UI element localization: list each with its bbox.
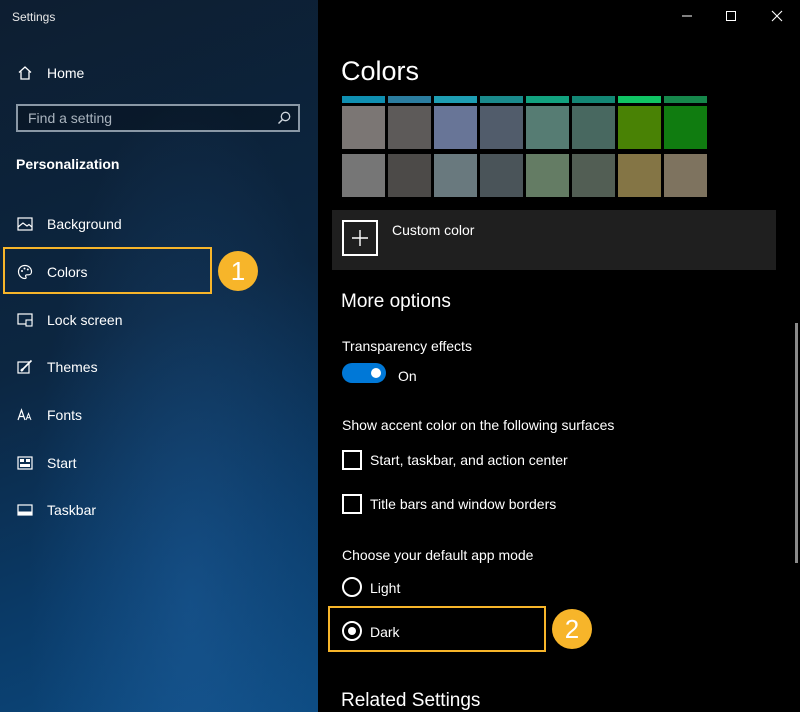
dark-mode-radio[interactable]	[342, 621, 362, 641]
accent-strip-segment	[572, 96, 615, 103]
color-swatch[interactable]	[388, 106, 431, 149]
sidebar-item-label: Lock screen	[47, 312, 123, 328]
sidebar-item-themes[interactable]: Themes	[16, 355, 98, 379]
color-swatch[interactable]	[480, 106, 523, 149]
light-mode-label: Light	[370, 580, 401, 596]
settings-sidebar: Settings Home Personalization Background…	[0, 0, 318, 712]
more-options-heading: More options	[341, 291, 451, 312]
sidebar-item-lock-screen[interactable]: Lock screen	[16, 308, 122, 332]
color-swatch[interactable]	[618, 106, 661, 149]
transparency-state: On	[398, 368, 417, 384]
color-swatch[interactable]	[526, 154, 569, 197]
home-link[interactable]: Home	[16, 61, 84, 85]
sidebar-item-taskbar[interactable]: Taskbar	[16, 498, 96, 522]
sidebar-item-start[interactable]: Start	[16, 451, 77, 475]
sidebar-item-label: Themes	[47, 359, 98, 375]
plus-icon	[342, 220, 378, 256]
close-button[interactable]	[766, 6, 788, 26]
color-swatch[interactable]	[342, 106, 385, 149]
page-title: Colors	[341, 56, 420, 86]
color-swatch[interactable]	[618, 154, 661, 197]
start-taskbar-label: Start, taskbar, and action center	[370, 452, 568, 468]
minimize-button[interactable]	[676, 6, 698, 26]
color-swatch[interactable]	[572, 106, 615, 149]
custom-color-button[interactable]: Custom color	[332, 210, 776, 270]
start-taskbar-checkbox[interactable]	[342, 450, 362, 470]
search-input[interactable]	[18, 106, 288, 130]
color-swatch[interactable]	[526, 106, 569, 149]
color-swatch[interactable]	[480, 154, 523, 197]
picture-icon	[16, 215, 34, 233]
radio-dot	[348, 627, 356, 635]
app-mode-label: Choose your default app mode	[342, 547, 534, 563]
related-settings-heading: Related Settings	[341, 690, 481, 711]
custom-color-label: Custom color	[392, 222, 475, 238]
accent-strip-segment	[388, 96, 431, 103]
sidebar-item-fonts[interactable]: Fonts	[16, 403, 82, 427]
accent-surfaces-label: Show accent color on the following surfa…	[342, 417, 615, 433]
home-icon	[16, 64, 34, 82]
search-box[interactable]	[16, 104, 300, 132]
color-swatch[interactable]	[664, 154, 707, 197]
transparency-toggle[interactable]	[342, 363, 386, 383]
palette-icon	[16, 263, 34, 281]
section-title: Personalization	[16, 156, 120, 172]
title-bars-label: Title bars and window borders	[370, 496, 557, 512]
color-swatch[interactable]	[388, 154, 431, 197]
color-swatch[interactable]	[572, 154, 615, 197]
window-title: Settings	[12, 10, 56, 24]
settings-content: Colors Custom color More options Transpa…	[318, 0, 800, 712]
sidebar-item-label: Taskbar	[47, 502, 97, 518]
sidebar-item-colors[interactable]: Colors	[16, 260, 87, 284]
color-swatch[interactable]	[434, 106, 477, 149]
accent-strip-segment	[434, 96, 477, 103]
color-swatch[interactable]	[342, 154, 385, 197]
start-icon	[16, 454, 34, 472]
color-swatch[interactable]	[664, 106, 707, 149]
accent-strip-segment	[526, 96, 569, 103]
dark-mode-label: Dark	[370, 624, 400, 640]
accent-strip-segment	[480, 96, 523, 103]
step-badge-1: 1	[218, 251, 258, 291]
minimize-icon	[682, 15, 692, 17]
toggle-knob	[371, 368, 381, 378]
color-swatch[interactable]	[434, 154, 477, 197]
close-icon	[771, 10, 783, 22]
accent-strip-segment	[618, 96, 661, 103]
search-icon[interactable]	[276, 110, 292, 131]
title-bars-checkbox[interactable]	[342, 494, 362, 514]
maximize-icon	[726, 11, 736, 21]
sidebar-item-label: Start	[47, 455, 77, 471]
maximize-button[interactable]	[720, 6, 742, 26]
transparency-label: Transparency effects	[342, 338, 472, 354]
step-badge-2: 2	[552, 609, 592, 649]
lock-screen-icon	[16, 311, 34, 329]
taskbar-icon	[16, 501, 34, 519]
light-mode-radio[interactable]	[342, 577, 362, 597]
accent-strip-segment	[664, 96, 707, 103]
brush-icon	[16, 358, 34, 376]
sidebar-item-background[interactable]: Background	[16, 212, 122, 236]
fonts-icon	[16, 406, 34, 424]
home-label: Home	[47, 65, 85, 81]
sidebar-item-label: Background	[47, 216, 122, 232]
sidebar-item-label: Fonts	[47, 407, 83, 423]
sidebar-item-label: Colors	[47, 264, 88, 280]
accent-strip-segment	[342, 96, 385, 103]
scrollbar[interactable]	[795, 323, 798, 563]
